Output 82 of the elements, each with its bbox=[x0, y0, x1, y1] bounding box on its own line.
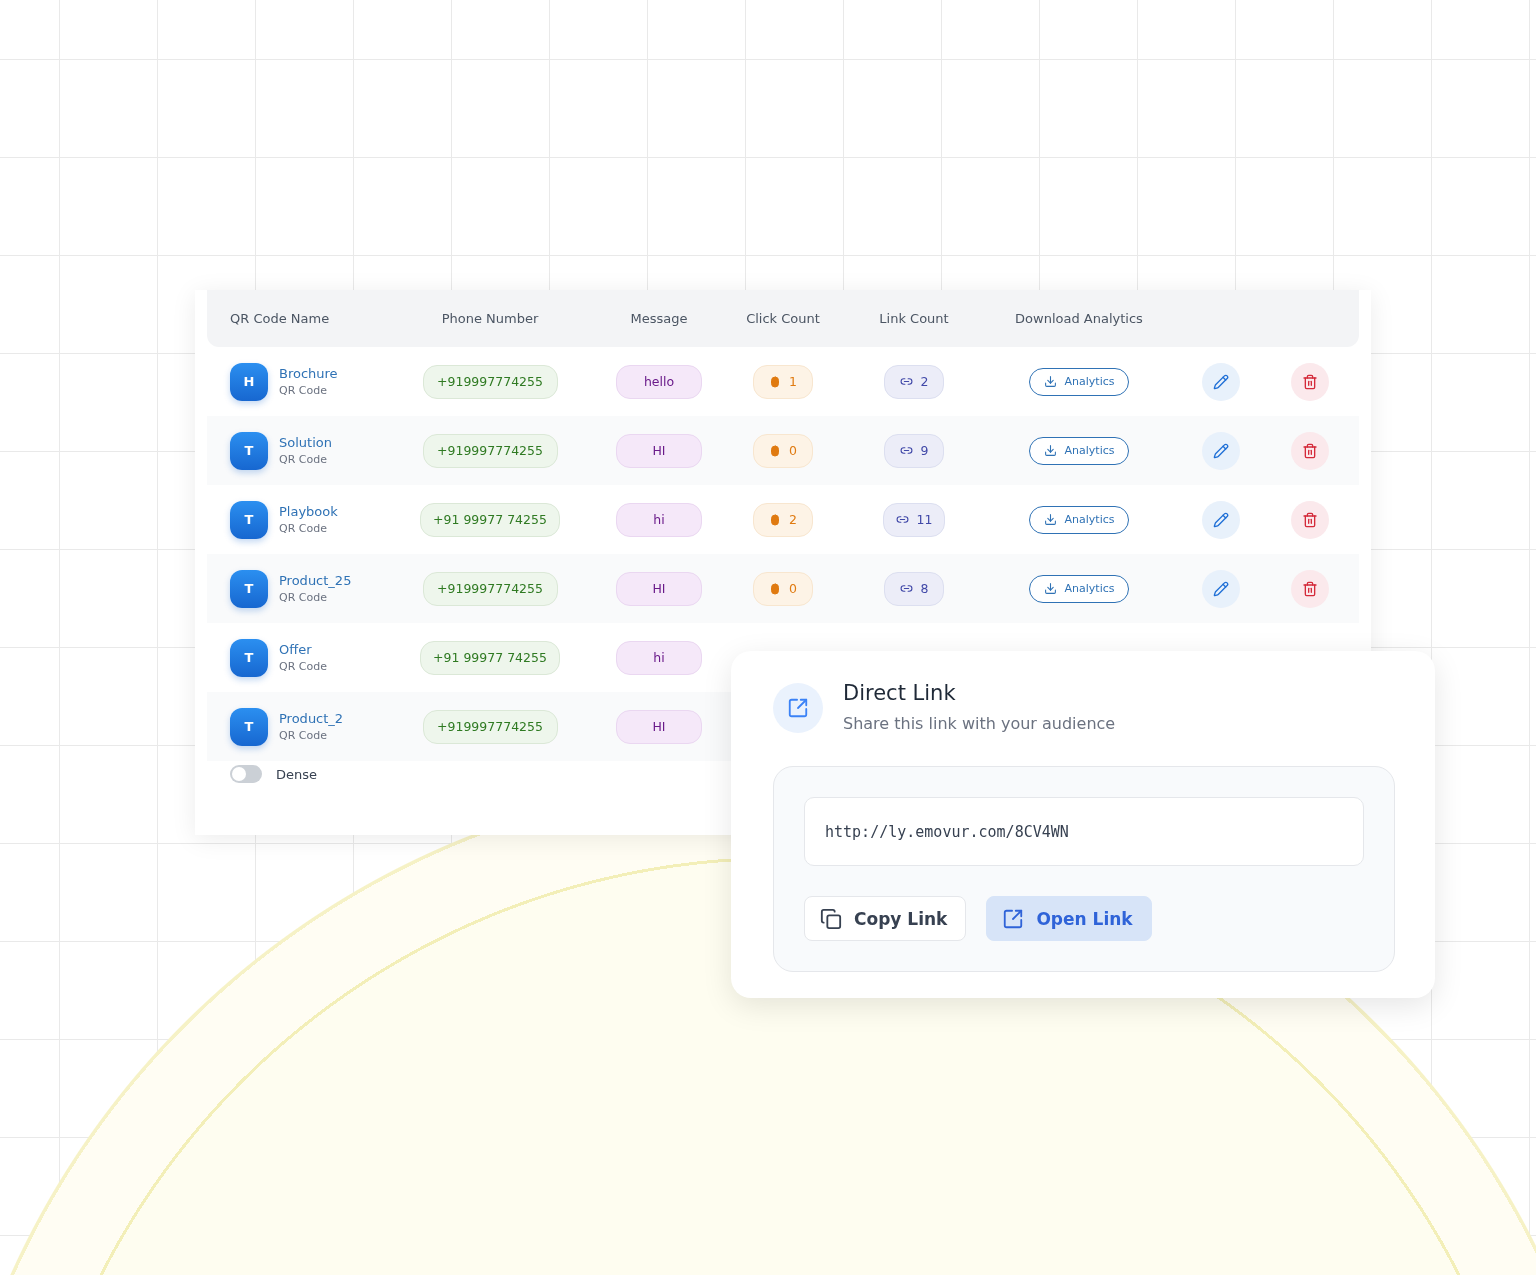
avatar: T bbox=[230, 500, 268, 539]
qr-code-name[interactable]: Product_25 bbox=[279, 573, 352, 588]
copy-link-button[interactable]: Copy Link bbox=[804, 896, 967, 941]
phone-number: +919997774255 bbox=[422, 364, 558, 399]
edit-button[interactable] bbox=[1202, 569, 1240, 608]
link-count: 9 bbox=[884, 433, 944, 468]
edit-button[interactable] bbox=[1202, 500, 1240, 539]
link-icon bbox=[899, 375, 913, 388]
delete-button[interactable] bbox=[1291, 500, 1329, 539]
trash-icon bbox=[1302, 511, 1318, 528]
message: HI bbox=[616, 433, 702, 468]
external-link-icon bbox=[1002, 907, 1025, 930]
avatar: T bbox=[230, 638, 268, 677]
link-icon bbox=[895, 513, 909, 526]
qr-code-type: QR Code bbox=[279, 522, 328, 535]
avatar: T bbox=[230, 707, 268, 746]
phone-number: +919997774255 bbox=[422, 571, 558, 606]
card-title: Direct Link bbox=[843, 681, 957, 705]
click-count: 2 bbox=[753, 502, 813, 537]
trash-icon bbox=[1302, 442, 1318, 459]
qr-code-type: QR Code bbox=[279, 453, 328, 466]
link-count: 8 bbox=[884, 571, 944, 606]
pencil-icon bbox=[1213, 511, 1229, 528]
edit-button[interactable] bbox=[1202, 431, 1240, 470]
column-header: Phone Number bbox=[441, 311, 539, 326]
qr-code-name[interactable]: Solution bbox=[279, 435, 332, 450]
external-link-icon bbox=[773, 683, 823, 733]
trash-icon bbox=[1302, 580, 1318, 597]
click-count: 0 bbox=[753, 433, 813, 468]
column-header: Download Analytics bbox=[1015, 311, 1143, 326]
analytics-button[interactable]: Analytics bbox=[1028, 505, 1130, 534]
link-count: 11 bbox=[882, 502, 946, 537]
qr-code-name[interactable]: Brochure bbox=[279, 366, 338, 381]
qr-code-name[interactable]: Product_2 bbox=[279, 711, 344, 726]
message: hi bbox=[616, 640, 702, 675]
qr-code-type: QR Code bbox=[279, 660, 327, 673]
download-icon bbox=[1043, 513, 1057, 526]
pencil-icon bbox=[1213, 442, 1229, 459]
avatar: H bbox=[230, 362, 268, 401]
delete-button[interactable] bbox=[1291, 431, 1329, 470]
pencil-icon bbox=[1213, 373, 1229, 390]
qr-code-type: QR Code bbox=[279, 384, 328, 397]
qr-code-name[interactable]: Offer bbox=[279, 642, 327, 657]
click-count: 0 bbox=[753, 571, 813, 606]
phone-number: +91 99977 74255 bbox=[420, 640, 560, 675]
message: hi bbox=[616, 502, 702, 537]
link-icon bbox=[899, 444, 913, 457]
url-field[interactable]: http://ly.emovur.com/8CV4WN bbox=[804, 797, 1364, 866]
card-subtitle: Share this link with your audience bbox=[843, 714, 1116, 733]
qr-code-type: QR Code bbox=[279, 591, 328, 604]
trash-icon bbox=[1302, 373, 1318, 390]
column-header: QR Code Name bbox=[229, 311, 330, 326]
analytics-button[interactable]: Analytics bbox=[1028, 436, 1130, 465]
column-header: Click Count bbox=[746, 311, 820, 326]
link-count: 2 bbox=[884, 364, 944, 399]
qr-code-type: QR Code bbox=[279, 729, 328, 742]
avatar: T bbox=[230, 431, 268, 470]
copy-icon bbox=[820, 907, 842, 930]
column-header: Link Count bbox=[879, 311, 949, 326]
avatar: T bbox=[230, 569, 268, 608]
phone-number: +91 99977 74255 bbox=[420, 502, 560, 537]
message: hello bbox=[616, 364, 702, 399]
phone-number: +919997774255 bbox=[422, 709, 558, 744]
dense-label: Dense bbox=[276, 766, 318, 782]
download-icon bbox=[1043, 375, 1057, 388]
message: HI bbox=[616, 571, 702, 606]
dense-toggle[interactable] bbox=[230, 765, 262, 783]
download-icon bbox=[1043, 582, 1057, 595]
column-header: Message bbox=[630, 311, 688, 326]
open-link-button[interactable]: Open Link bbox=[986, 896, 1152, 941]
delete-button[interactable] bbox=[1291, 569, 1329, 608]
link-icon bbox=[899, 582, 913, 595]
qr-code-name[interactable]: Playbook bbox=[279, 504, 338, 519]
phone-number: +919997774255 bbox=[422, 433, 558, 468]
analytics-button[interactable]: Analytics bbox=[1028, 574, 1130, 603]
pencil-icon bbox=[1213, 580, 1229, 597]
analytics-button[interactable]: Analytics bbox=[1028, 367, 1130, 396]
edit-button[interactable] bbox=[1202, 362, 1240, 401]
click-count: 1 bbox=[753, 364, 813, 399]
delete-button[interactable] bbox=[1291, 362, 1329, 401]
download-icon bbox=[1043, 444, 1057, 457]
message: HI bbox=[616, 709, 702, 744]
